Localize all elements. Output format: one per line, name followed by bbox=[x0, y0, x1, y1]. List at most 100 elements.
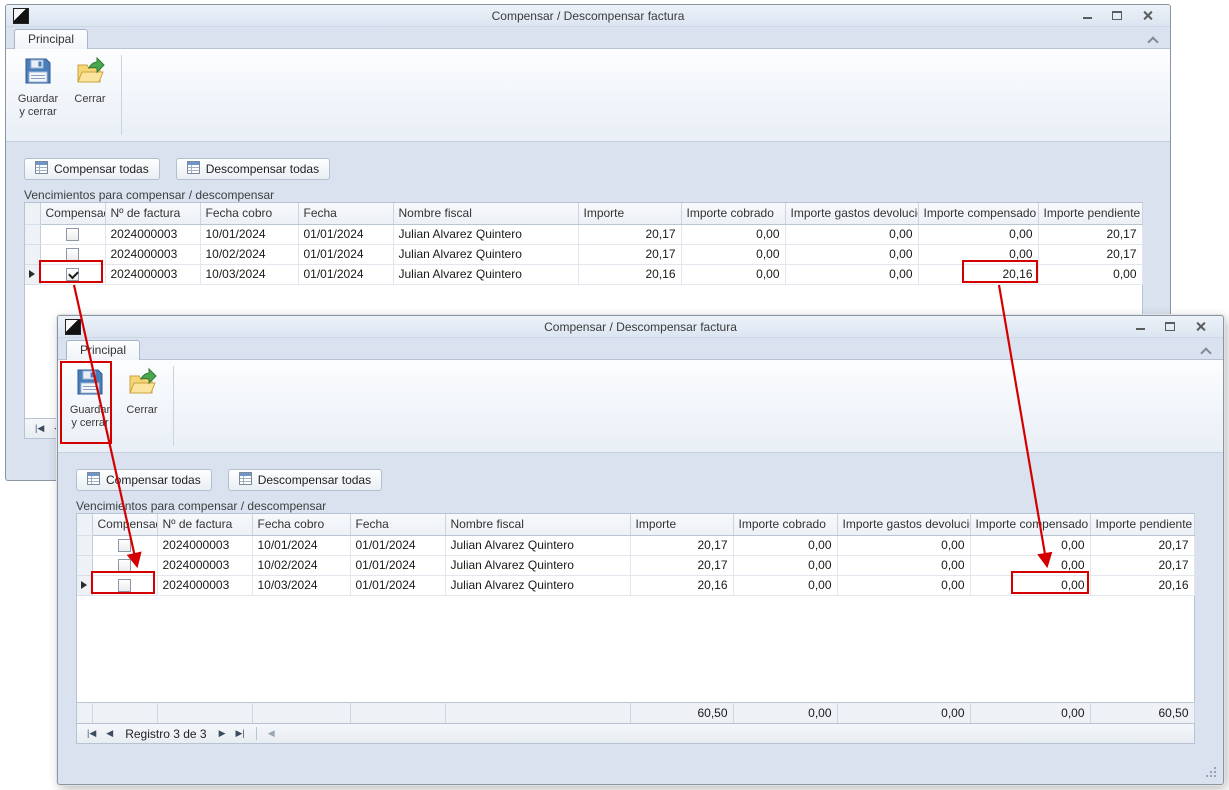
cell-factura[interactable]: 2024000003 bbox=[105, 244, 200, 264]
cell-fecha[interactable]: 01/01/2024 bbox=[350, 555, 445, 575]
cerrar-button[interactable]: Cerrar bbox=[66, 53, 114, 125]
cell-nombre-fiscal[interactable]: Julian Alvarez Quintero bbox=[445, 555, 630, 575]
cell-fecha-cobro[interactable]: 10/01/2024 bbox=[200, 224, 298, 244]
cell-importe-cobrado[interactable]: 0,00 bbox=[733, 535, 837, 555]
col-nombre-fiscal[interactable]: Nombre fiscal bbox=[445, 514, 630, 535]
cell-fecha-cobro[interactable]: 10/03/2024 bbox=[252, 575, 350, 595]
col-importe-gastos[interactable]: Importe gastos devolución bbox=[785, 203, 918, 224]
compensada-checkbox[interactable] bbox=[118, 539, 131, 552]
cell-fecha[interactable]: 01/01/2024 bbox=[350, 575, 445, 595]
save-and-close-button[interactable]: Guardar y cerrar bbox=[66, 364, 114, 436]
cell-importe-cobrado[interactable]: 0,00 bbox=[733, 575, 837, 595]
tab-principal[interactable]: Principal bbox=[14, 29, 88, 49]
first-record-icon[interactable]: |◀ bbox=[30, 423, 49, 434]
close-button[interactable] bbox=[1185, 318, 1215, 335]
col-nombre-fiscal[interactable]: Nombre fiscal bbox=[393, 203, 578, 224]
collapse-ribbon-icon[interactable] bbox=[1148, 35, 1158, 45]
cell-importe-compensado[interactable]: 0,00 bbox=[918, 244, 1038, 264]
cell-importe-pendiente[interactable]: 20,17 bbox=[1090, 535, 1194, 555]
col-fecha-cobro[interactable]: Fecha cobro bbox=[252, 514, 350, 535]
cell-compensada[interactable] bbox=[40, 264, 105, 284]
cell-fecha[interactable]: 01/01/2024 bbox=[298, 244, 393, 264]
save-and-close-button[interactable]: Guardar y cerrar bbox=[14, 53, 62, 125]
maximize-button[interactable] bbox=[1102, 7, 1132, 24]
collapse-ribbon-icon[interactable] bbox=[1201, 346, 1211, 356]
col-importe-cobrado[interactable]: Importe cobrado bbox=[681, 203, 785, 224]
cell-importe-gastos[interactable]: 0,00 bbox=[785, 244, 918, 264]
cell-fecha-cobro[interactable]: 10/02/2024 bbox=[252, 555, 350, 575]
cell-importe-compensado[interactable]: 0,00 bbox=[970, 555, 1090, 575]
cell-importe[interactable]: 20,17 bbox=[630, 535, 733, 555]
cell-importe-compensado[interactable]: 0,00 bbox=[970, 575, 1090, 595]
cell-importe-cobrado[interactable]: 0,00 bbox=[681, 264, 785, 284]
minimize-button[interactable] bbox=[1072, 7, 1102, 24]
cell-importe-pendiente[interactable]: 0,00 bbox=[1038, 264, 1142, 284]
compensar-todas-button[interactable]: Compensar todas bbox=[24, 158, 160, 180]
cell-importe-compensado[interactable]: 0,00 bbox=[918, 224, 1038, 244]
cerrar-button[interactable]: Cerrar bbox=[118, 364, 166, 436]
compensada-checkbox[interactable] bbox=[118, 579, 131, 592]
cell-compensada[interactable] bbox=[40, 224, 105, 244]
cell-importe[interactable]: 20,17 bbox=[578, 224, 681, 244]
cell-compensada[interactable] bbox=[40, 244, 105, 264]
cell-fecha[interactable]: 01/01/2024 bbox=[298, 224, 393, 244]
cell-nombre-fiscal[interactable]: Julian Alvarez Quintero bbox=[445, 535, 630, 555]
cell-factura[interactable]: 2024000003 bbox=[105, 224, 200, 244]
cell-fecha[interactable]: 01/01/2024 bbox=[298, 264, 393, 284]
col-importe[interactable]: Importe bbox=[578, 203, 681, 224]
cell-importe-pendiente[interactable]: 20,16 bbox=[1090, 575, 1194, 595]
col-importe-compensado[interactable]: Importe compensado bbox=[970, 514, 1090, 535]
cell-factura[interactable]: 2024000003 bbox=[105, 264, 200, 284]
cell-importe-pendiente[interactable]: 20,17 bbox=[1090, 555, 1194, 575]
cell-importe-pendiente[interactable]: 20,17 bbox=[1038, 244, 1142, 264]
col-importe-pendiente[interactable]: Importe pendiente bbox=[1038, 203, 1142, 224]
col-factura[interactable]: Nº de factura bbox=[157, 514, 252, 535]
compensada-checkbox[interactable] bbox=[66, 228, 79, 241]
prev-record-icon[interactable]: ◀ bbox=[101, 728, 118, 739]
cell-importe-cobrado[interactable]: 0,00 bbox=[681, 224, 785, 244]
cell-nombre-fiscal[interactable]: Julian Alvarez Quintero bbox=[445, 575, 630, 595]
cell-compensada[interactable] bbox=[92, 555, 157, 575]
compensada-checkbox[interactable] bbox=[118, 559, 131, 572]
cell-factura[interactable]: 2024000003 bbox=[157, 535, 252, 555]
cell-importe-cobrado[interactable]: 0,00 bbox=[681, 244, 785, 264]
cell-importe[interactable]: 20,17 bbox=[578, 244, 681, 264]
compensada-checkbox[interactable] bbox=[66, 248, 79, 261]
col-fecha[interactable]: Fecha bbox=[350, 514, 445, 535]
cell-importe-pendiente[interactable]: 20,17 bbox=[1038, 224, 1142, 244]
cell-importe[interactable]: 20,17 bbox=[630, 555, 733, 575]
cell-importe-cobrado[interactable]: 0,00 bbox=[733, 555, 837, 575]
col-importe-cobrado[interactable]: Importe cobrado bbox=[733, 514, 837, 535]
cell-fecha-cobro[interactable]: 10/02/2024 bbox=[200, 244, 298, 264]
maximize-button[interactable] bbox=[1155, 318, 1185, 335]
cell-factura[interactable]: 2024000003 bbox=[157, 555, 252, 575]
col-importe-pendiente[interactable]: Importe pendiente bbox=[1090, 514, 1194, 535]
cell-fecha[interactable]: 01/01/2024 bbox=[350, 535, 445, 555]
col-importe-gastos[interactable]: Importe gastos devolución bbox=[837, 514, 970, 535]
scroll-left-icon[interactable]: ◀ bbox=[263, 728, 280, 739]
next-record-icon[interactable]: ▶ bbox=[214, 728, 231, 739]
cell-importe-gastos[interactable]: 0,00 bbox=[837, 535, 970, 555]
col-importe-compensado[interactable]: Importe compensado bbox=[918, 203, 1038, 224]
first-record-icon[interactable]: |◀ bbox=[82, 728, 101, 739]
cell-importe[interactable]: 20,16 bbox=[578, 264, 681, 284]
cell-importe-gastos[interactable]: 0,00 bbox=[837, 575, 970, 595]
cell-nombre-fiscal[interactable]: Julian Alvarez Quintero bbox=[393, 264, 578, 284]
cell-importe[interactable]: 20,16 bbox=[630, 575, 733, 595]
close-button[interactable] bbox=[1132, 7, 1162, 24]
col-compensada[interactable]: Compensada bbox=[92, 514, 157, 535]
cell-fecha-cobro[interactable]: 10/01/2024 bbox=[252, 535, 350, 555]
cell-importe-gastos[interactable]: 0,00 bbox=[837, 555, 970, 575]
cell-importe-gastos[interactable]: 0,00 bbox=[785, 264, 918, 284]
descompensar-todas-button[interactable]: Descompensar todas bbox=[228, 469, 382, 491]
col-importe[interactable]: Importe bbox=[630, 514, 733, 535]
col-fecha[interactable]: Fecha bbox=[298, 203, 393, 224]
cell-nombre-fiscal[interactable]: Julian Alvarez Quintero bbox=[393, 244, 578, 264]
cell-compensada[interactable] bbox=[92, 535, 157, 555]
cell-importe-compensado[interactable]: 0,00 bbox=[970, 535, 1090, 555]
cell-compensada[interactable] bbox=[92, 575, 157, 595]
titlebar[interactable]: Compensar / Descompensar factura bbox=[58, 316, 1223, 338]
cell-nombre-fiscal[interactable]: Julian Alvarez Quintero bbox=[393, 224, 578, 244]
compensada-checkbox[interactable] bbox=[66, 268, 79, 281]
cell-factura[interactable]: 2024000003 bbox=[157, 575, 252, 595]
